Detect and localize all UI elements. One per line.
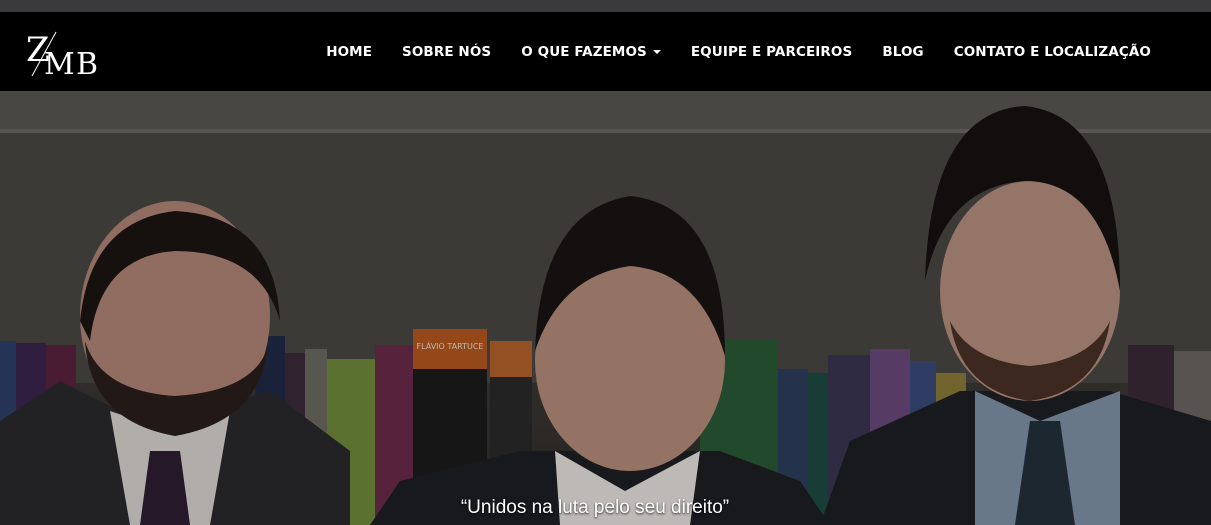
hero-banner: FLÁVIO TARTUCE	[0, 91, 1211, 525]
svg-text:B: B	[76, 47, 98, 78]
nav-item-label: O QUE FAZEMOS	[521, 43, 647, 60]
site-logo[interactable]: Z M B	[26, 26, 104, 82]
nav-item-equipe-e-parceiros[interactable]: EQUIPE E PARCEIROS	[691, 44, 852, 60]
zmb-logo-icon: Z M B	[26, 30, 98, 82]
nav-item-label: EQUIPE E PARCEIROS	[690, 43, 853, 60]
nav-item-sobre-nos[interactable]: SOBRE NÓS	[402, 44, 491, 60]
nav-item-blog[interactable]: BLOG	[882, 44, 923, 60]
top-browser-strip	[0, 0, 1211, 12]
main-nav: HOME SOBRE NÓS O QUE FAZEMOS EQUIPE E PA…	[296, 12, 1151, 91]
caret-down-icon	[652, 49, 661, 54]
nav-item-home[interactable]: HOME	[326, 44, 372, 60]
site-header: Z M B HOME SOBRE NÓS O QUE FAZEMOS EQUIP…	[0, 12, 1211, 91]
hero-tagline: “Unidos na luta pelo seu direito”	[460, 497, 730, 518]
nav-item-label: SOBRE NÓS	[402, 43, 492, 60]
nav-item-label: HOME	[326, 43, 373, 60]
hero-photo: FLÁVIO TARTUCE	[0, 91, 1211, 525]
nav-item-label: BLOG	[882, 43, 924, 60]
nav-item-label: CONTATO E LOCALIZAÇÃO	[953, 43, 1151, 60]
nav-item-contato-e-localizacao[interactable]: CONTATO E LOCALIZAÇÃO	[954, 44, 1151, 60]
svg-text:M: M	[44, 47, 75, 78]
nav-item-o-que-fazemos[interactable]: O QUE FAZEMOS	[521, 44, 661, 60]
